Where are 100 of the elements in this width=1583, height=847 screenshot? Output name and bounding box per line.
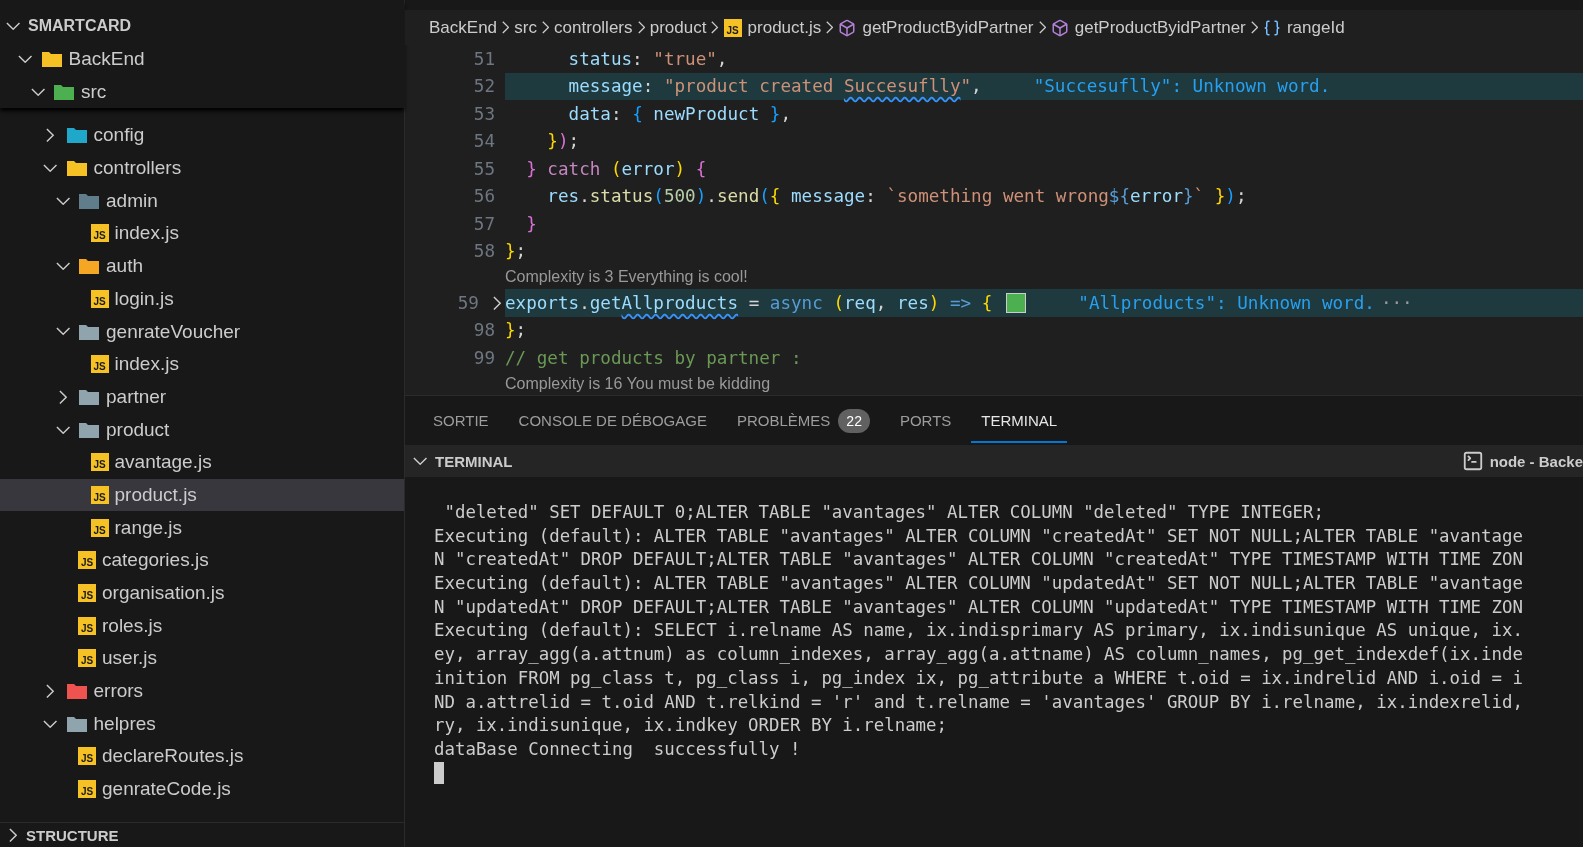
- line-number: 57: [473, 213, 495, 234]
- file-tree-item[interactable]: JS avantage.js: [0, 445, 404, 479]
- terminal-cursor: [434, 761, 444, 784]
- file-tree-item[interactable]: auth: [0, 249, 404, 283]
- terminal-line: N "createdAt" DROP DEFAULT;ALTER TABLE "avantages" ALTER COLUMN "createdAt" TYPE TIMESTAMP WITH TIME ZON: [434, 548, 1524, 572]
- folded-code-marker[interactable]: [1006, 292, 1027, 313]
- file-tree-item[interactable]: JS range.js: [0, 511, 404, 544]
- js-file-icon: JS: [90, 518, 109, 537]
- panel-tab[interactable]: TERMINAL: [971, 398, 1068, 443]
- file-tree-item[interactable]: JS categories.js: [0, 544, 404, 577]
- line-number: 56: [473, 186, 495, 207]
- js-file-icon: JS: [90, 289, 109, 308]
- line-number: 59: [457, 292, 479, 313]
- terminal-line: Executing (default): SELECT i.relname AS name, ix.indisprimary AS primary, ix.indisunique AS unique, ix.: [434, 619, 1524, 643]
- code-text: } catch (error) {: [525, 158, 707, 179]
- terminal-section-header[interactable]: TERMINAL node - Backe: [405, 445, 1583, 477]
- file-tree-item[interactable]: errors: [0, 674, 404, 708]
- chevron-right-icon: [1250, 21, 1258, 34]
- line-number: 58: [473, 241, 495, 262]
- breadcrumb-item[interactable]: src: [514, 17, 537, 38]
- file-tree-item[interactable]: controllers: [0, 151, 404, 185]
- code-text: res.status(500).send({ message: `something went wrong${error}` });: [546, 186, 1247, 207]
- fold-chevron-icon[interactable]: [492, 295, 501, 310]
- breadcrumb-item[interactable]: getProductByidPartner: [838, 17, 1034, 38]
- cube-icon: [1050, 18, 1069, 37]
- js-file-icon: JS: [78, 616, 96, 635]
- terminal-session[interactable]: node - Backe: [1461, 450, 1583, 472]
- file-tree-item[interactable]: JS index.js: [0, 217, 404, 250]
- chevron-right-icon: [826, 21, 834, 34]
- panel-tab[interactable]: CONSOLE DE DÉBOGAGE: [508, 398, 717, 443]
- js-file-icon: JS: [90, 224, 109, 243]
- file-tree-item[interactable]: product: [0, 413, 404, 446]
- terminal-line: Executing (default): ALTER TABLE "avantages" ALTER COLUMN "createdAt" SET NOT NULL;ALTER TABLE "avantage: [434, 524, 1524, 548]
- terminal-line: ey, array_agg(a.attnum) as column_indexes, array_agg(a.attname) AS column_names, pg_get_indexdef(ix.inde: [434, 643, 1524, 667]
- file-tree-item[interactable]: JS genrateCode.js: [0, 772, 404, 806]
- code-text: // get products by partner :: [505, 347, 802, 368]
- js-file-icon: JS: [90, 355, 109, 374]
- code-text: }: [525, 213, 537, 234]
- file-tree-item[interactable]: genrateVoucher: [0, 315, 404, 348]
- terminal-icon: [1461, 450, 1484, 472]
- js-file-icon: JS: [78, 649, 96, 668]
- terminal-line: inition FROM pg_class t, pg_class i, pg_index ix, pg_attribute a WHERE t.oid = ix.indrelid AND i.oid = i: [434, 666, 1524, 690]
- code-text: });: [546, 131, 580, 152]
- breadcrumb-item[interactable]: product: [649, 17, 707, 38]
- code-text: exports.getAllproducts = async (req, res) => {: [505, 292, 993, 313]
- file-tree-item[interactable]: BackEnd: [0, 42, 404, 76]
- chevron-right-icon: [711, 21, 719, 34]
- codelens-text[interactable]: Complexity is 16 You must be kidding: [505, 374, 771, 393]
- explorer-root[interactable]: SMARTCARD: [0, 10, 404, 43]
- file-tree-item[interactable]: JS declareRoutes.js: [0, 740, 404, 773]
- js-file-icon: JS: [78, 747, 96, 766]
- file-tree-item[interactable]: src: [0, 75, 404, 109]
- chevron-right-icon: [502, 21, 510, 34]
- section-title: TERMINAL: [435, 452, 514, 470]
- terminal-line: ry, ix.indisunique, ix.indkey ORDER BY i.relname;: [434, 714, 949, 738]
- breadcrumb-item[interactable]: controllers: [554, 17, 633, 38]
- panel-tab[interactable]: PORTS: [889, 398, 962, 443]
- breadcrumb-item[interactable]: BackEnd: [429, 17, 498, 38]
- file-tree-item[interactable]: config: [0, 119, 404, 152]
- chevron-down-icon: [411, 456, 429, 466]
- breadcrumb-item[interactable]: getProductByidPartner: [1050, 17, 1246, 38]
- panel-tab[interactable]: PROBLÈMES 22: [726, 394, 880, 447]
- file-tree-item[interactable]: JS product.js: [0, 478, 404, 512]
- file-tree-item[interactable]: admin: [0, 184, 404, 218]
- inline-diagnostic: "Allproducts": Unknown word.: [1078, 292, 1375, 313]
- code-text: data: { newProduct },: [567, 103, 791, 124]
- file-tree-item[interactable]: JS roles.js: [0, 609, 404, 643]
- code-text: message: "product created Succesuflly",: [567, 76, 982, 97]
- breadcrumb-item[interactable]: JS product.js: [723, 17, 822, 38]
- terminal-line: ND a.attrelid = t.oid AND t.relkind = 'r' and t.relname = 'avantages' GROUP BY i.relname, ix.indexrelid,: [434, 690, 1524, 714]
- file-tree-item[interactable]: JS index.js: [0, 347, 404, 381]
- breadcrumb-item[interactable]: rangeId: [1262, 17, 1345, 38]
- js-file-icon: JS: [90, 453, 109, 472]
- chevron-right-icon: [637, 21, 645, 34]
- inline-diagnostic: "Succesuflly": Unknown word.: [1033, 76, 1331, 97]
- cube-icon: [838, 18, 857, 37]
- structure-section-header[interactable]: STRUCTURE: [0, 822, 404, 847]
- file-tree-item[interactable]: JS user.js: [0, 642, 404, 675]
- panel-tab[interactable]: SORTIE: [423, 398, 499, 443]
- codelens-text[interactable]: Complexity is 3 Everything is cool!: [505, 268, 748, 286]
- code-text: };: [505, 320, 527, 341]
- count-badge: 22: [838, 408, 870, 433]
- file-tree-item[interactable]: partner: [0, 380, 404, 414]
- more-indicator[interactable]: ···: [1380, 292, 1413, 313]
- js-file-icon: JS: [78, 551, 96, 570]
- js-file-icon: JS: [78, 584, 96, 603]
- chevron-right-icon: [541, 21, 550, 34]
- chevron-right-icon: [1038, 21, 1046, 34]
- js-file-icon: JS: [90, 485, 109, 504]
- code-text: status: "true",: [567, 48, 728, 69]
- file-tree-item[interactable]: JS login.js: [0, 282, 404, 316]
- line-number: 98: [473, 320, 495, 341]
- file-tree-item[interactable]: JS organisation.js: [0, 576, 404, 610]
- terminal-line: N "updatedAt" DROP DEFAULT;ALTER TABLE "avantages" ALTER COLUMN "updatedAt" TYPE TIMESTAMP WITH TIME ZON: [434, 595, 1524, 619]
- js-file-icon: JS: [78, 780, 96, 799]
- line-number: 52: [473, 76, 495, 97]
- js-file-icon: JS: [723, 18, 742, 37]
- file-tree-item[interactable]: helpres: [0, 707, 404, 741]
- terminal-line: Executing (default): ALTER TABLE "avantages" ALTER COLUMN "updatedAt" SET NOT NULL;ALTER TABLE "avantage: [434, 572, 1524, 596]
- terminal-line: "deleted" SET DEFAULT 0;ALTER TABLE "avantages" ALTER COLUMN "deleted" TYPE INTEGER;: [443, 501, 1325, 524]
